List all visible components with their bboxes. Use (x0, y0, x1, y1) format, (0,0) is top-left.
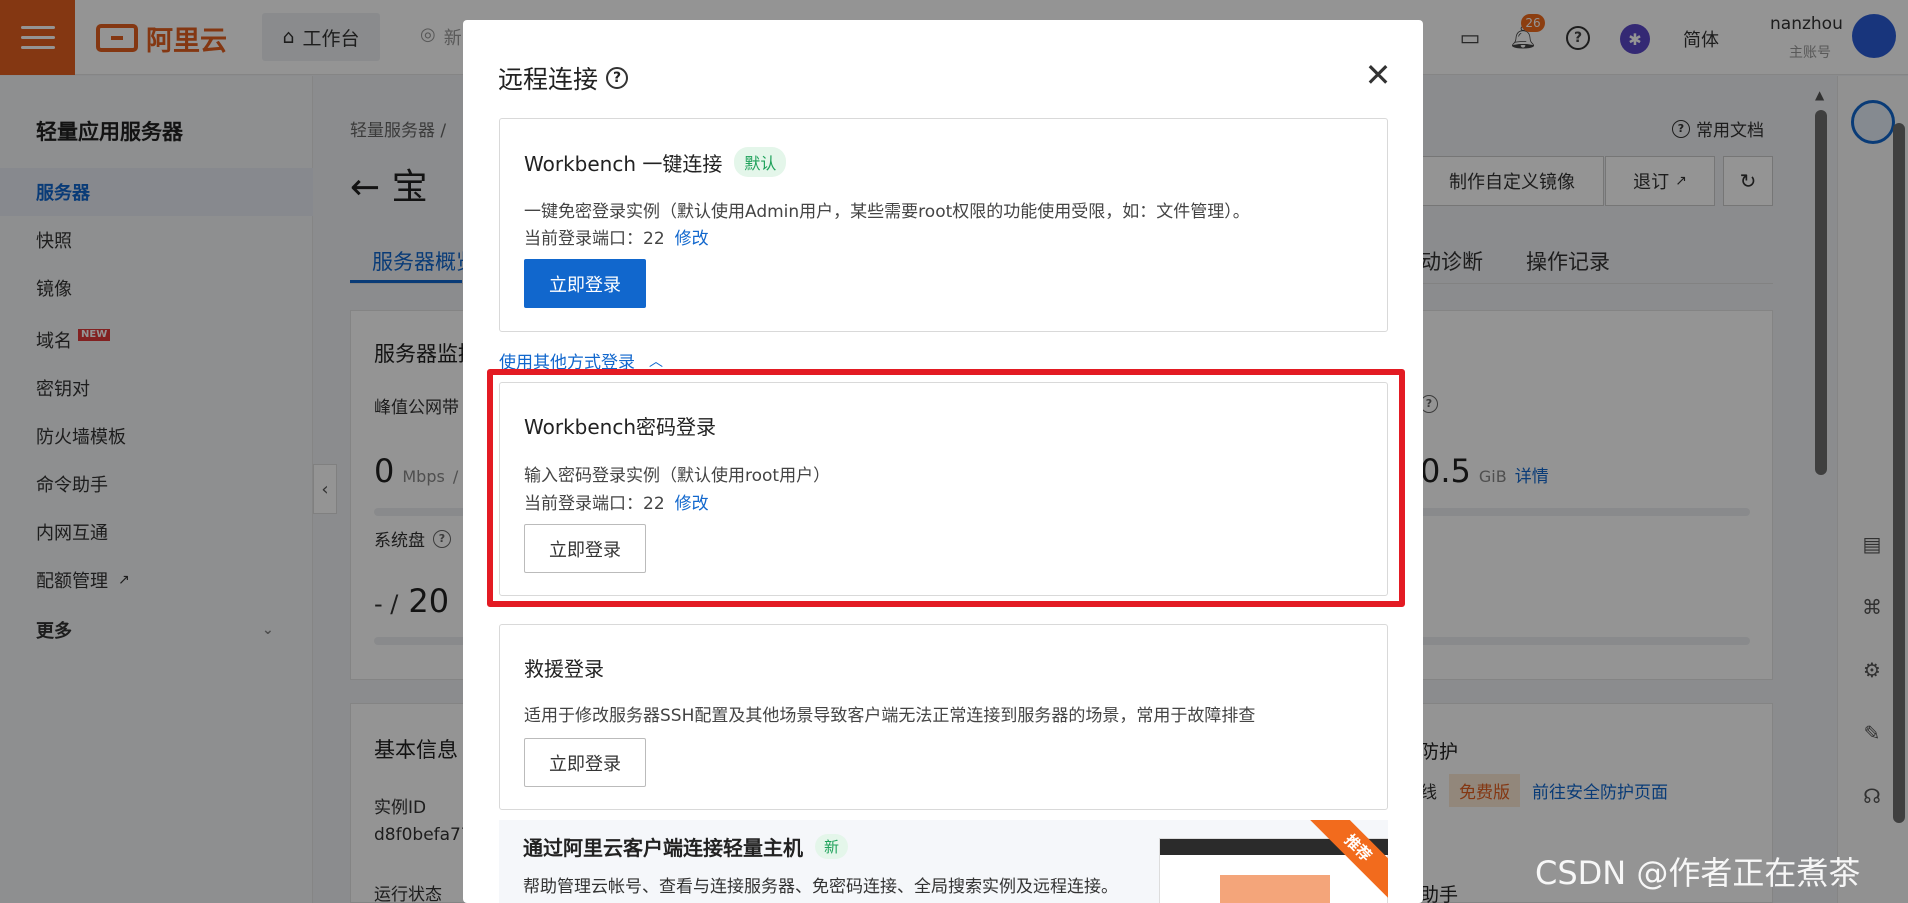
default-badge: 默认 (734, 147, 787, 177)
close-icon[interactable]: ✕ (1361, 56, 1395, 94)
help-icon[interactable]: ? (606, 67, 629, 89)
highlight-annotation (487, 369, 1405, 607)
promo-title: 通过阿里云客户端连接轻量主机新 (523, 832, 849, 861)
login-port-row: 当前登录端口：22 修改 (524, 224, 709, 249)
client-promo-card[interactable]: 通过阿里云客户端连接轻量主机新 帮助管理云帐号、查看与连接服务器、免密码连接、全… (499, 820, 1388, 903)
login-now-button[interactable]: 立即登录 (524, 259, 646, 308)
option-description: 一键免密登录实例（默认使用Admin用户，某些需要root权限的功能使用受限，如… (524, 202, 1250, 222)
rescue-login-card: 救援登录 适用于修改服务器SSH配置及其他场景导致客户端无法正常连接到服务器的场… (499, 624, 1388, 810)
chevron-up-icon: ︿ (649, 353, 663, 370)
watermark: CSDN @作者正在煮茶 (1535, 854, 1861, 892)
option-title: 救援登录 (524, 657, 604, 681)
option-description: 适用于修改服务器SSH配置及其他场景导致客户端无法正常连接到服务器的场景，常用于… (524, 706, 1256, 726)
option-title: Workbench 一键连接 默认 (524, 147, 787, 177)
dialog-title-text: 远程连接 (498, 65, 599, 94)
workbench-oneclick-card: Workbench 一键连接 默认 一键免密登录实例（默认使用Admin用户，某些… (499, 118, 1388, 332)
promo-description: 帮助管理云帐号、查看与连接服务器、免密码连接、全局搜索实例及远程连接。 (523, 877, 1118, 897)
dialog-title: 远程连接? (498, 60, 629, 96)
promo-title-text: 通过阿里云客户端连接轻量主机 (523, 836, 803, 860)
login-port-text: 当前登录端口：22 (524, 229, 665, 249)
edit-port-link[interactable]: 修改 (675, 229, 709, 249)
login-now-button[interactable]: 立即登录 (524, 738, 646, 787)
option-title-text: Workbench 一键连接 (524, 151, 723, 176)
new-badge: 新 (815, 834, 849, 859)
